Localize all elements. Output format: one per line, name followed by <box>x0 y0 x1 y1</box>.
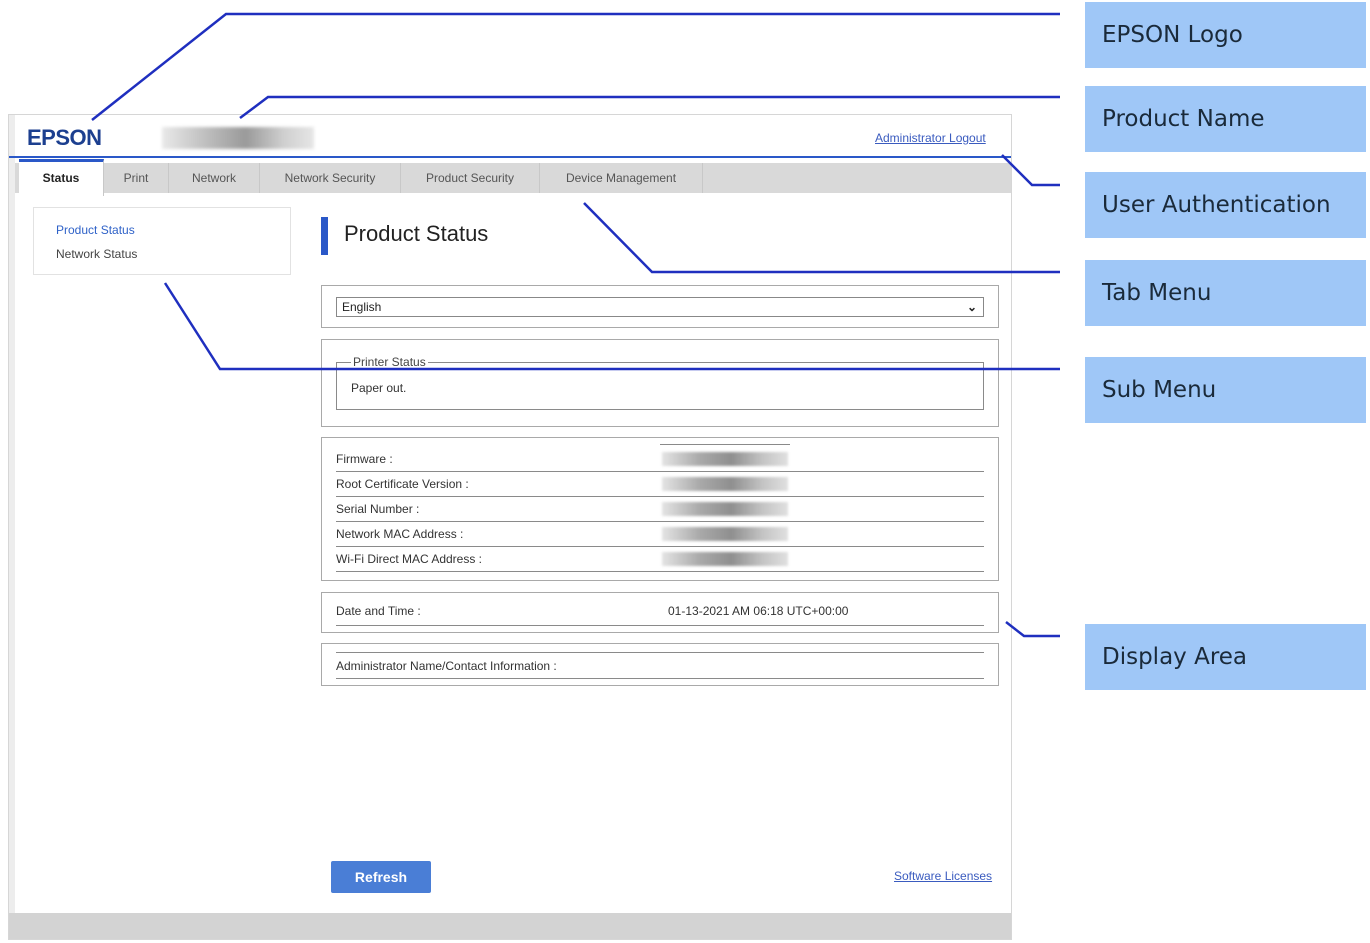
callout-epson-logo: EPSON Logo <box>1085 2 1366 68</box>
leader-display-area <box>1005 621 1060 638</box>
callout-display-area: Display Area <box>1085 624 1366 690</box>
leader-user-authentication <box>1001 154 1060 187</box>
leader-sub-menu <box>163 282 1060 371</box>
callout-user-authentication: User Authentication <box>1085 172 1366 238</box>
callout-product-name: Product Name <box>1085 86 1366 152</box>
leader-product-name <box>239 95 1060 119</box>
leader-tab-menu <box>583 202 1060 274</box>
callout-sub-menu: Sub Menu <box>1085 357 1366 423</box>
leader-epson-logo <box>91 12 1060 121</box>
callout-tab-menu: Tab Menu <box>1085 260 1366 326</box>
